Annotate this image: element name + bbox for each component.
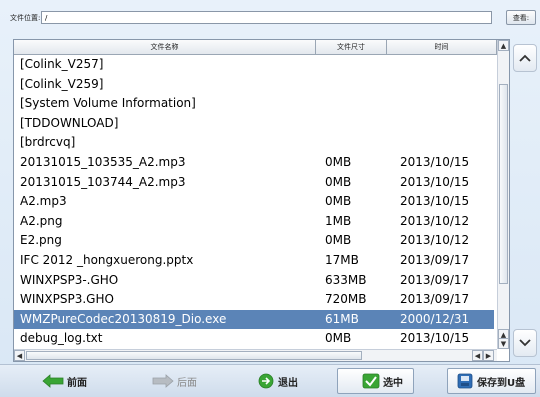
file-name: A2.png: [20, 213, 63, 228]
back-button[interactable]: 前面: [42, 368, 100, 394]
file-name: 20131015_103535_A2.mp3: [20, 154, 186, 169]
scroll-left-arrow-icon[interactable]: ◀: [14, 350, 25, 361]
horizontal-scroll-thumb[interactable]: [26, 351, 362, 360]
file-time: 2013/10/15: [400, 174, 470, 189]
browse-button[interactable]: 查看:: [506, 10, 536, 25]
file-time: 2000/12/31: [400, 311, 470, 326]
forward-label: 后面: [177, 377, 197, 389]
file-time: 2013/10/15: [400, 154, 470, 169]
save-to-usb-label: 保存到U盘: [477, 377, 526, 389]
file-size: 0MB: [325, 154, 352, 169]
file-row[interactable]: 20131015_103744_A2.mp3 0MB 2013/10/15: [14, 173, 494, 193]
file-name: [System Volume Information]: [20, 96, 196, 111]
path-label: 文件位置:: [10, 14, 41, 22]
page-down-button[interactable]: [513, 329, 537, 357]
file-row[interactable]: [TDDOWNLOAD]: [14, 114, 494, 134]
file-name: [Colink_V259]: [20, 76, 104, 91]
path-input[interactable]: /: [41, 11, 492, 24]
file-time: 2013/10/15: [400, 331, 470, 346]
file-name: [Colink_V257]: [20, 57, 104, 71]
file-list-header: 文件名称 文件尺寸 时间: [14, 40, 509, 55]
exit-label: 退出: [278, 377, 298, 389]
scroll-right-small-icon[interactable]: ▶: [483, 350, 494, 361]
file-row[interactable]: [System Volume Information]: [14, 94, 494, 114]
scroll-left-small-icon[interactable]: ◀: [472, 350, 483, 361]
file-name: WMZPureCodec20130819_Dio.exe: [20, 311, 227, 326]
file-size: 0MB: [325, 194, 352, 209]
file-name: E2.png: [20, 233, 62, 248]
file-row[interactable]: [Colink_V259]: [14, 75, 494, 95]
page-up-button[interactable]: [513, 44, 537, 72]
exit-icon: [258, 373, 274, 389]
path-bar: 文件位置: / 查看:: [10, 10, 536, 28]
select-label: 选中: [383, 377, 403, 389]
file-time: 2013/09/17: [400, 272, 470, 287]
column-header-time[interactable]: 时间: [387, 40, 497, 54]
file-row[interactable]: E2.png 0MB 2013/10/12: [14, 231, 494, 251]
file-name: WINXPSP3.GHO: [20, 292, 114, 307]
file-time: 2013/10/15: [400, 194, 470, 209]
column-header-size[interactable]: 文件尺寸: [316, 40, 387, 54]
file-size: 720MB: [325, 292, 367, 307]
file-name: IFC 2012 _hongxuerong.pptx: [20, 252, 194, 267]
file-size: 0MB: [325, 174, 352, 189]
file-row[interactable]: debug_log.txt 0MB 2013/10/15: [14, 329, 494, 349]
file-time: 2013/09/17: [400, 292, 470, 307]
file-time: 2013/09/17: [400, 252, 470, 267]
file-name: [brdrcvq]: [20, 135, 76, 150]
file-size: 17MB: [325, 252, 359, 267]
vertical-scrollbar[interactable]: ▲ ▲ ▼: [497, 40, 509, 349]
back-arrow-icon: [42, 374, 64, 388]
forward-arrow-icon: [152, 374, 174, 388]
forward-button[interactable]: 后面: [152, 368, 208, 394]
file-time: 2013/10/12: [400, 213, 470, 228]
file-row[interactable]: WINXPSP3-.GHO 633MB 2013/09/17: [14, 271, 494, 291]
chevron-up-icon: [519, 54, 531, 62]
file-name: A2.mp3: [20, 194, 67, 209]
file-row[interactable]: [brdrcvq]: [14, 133, 494, 153]
scroll-down-small-icon[interactable]: ▼: [498, 338, 509, 349]
chevron-down-icon: [519, 339, 531, 347]
bottom-toolbar: 前面 后面 退出 选中 保存到U盘: [0, 364, 540, 397]
file-name: WINXPSP3-.GHO: [20, 272, 119, 287]
file-size: 0MB: [325, 331, 352, 346]
save-to-usb-button[interactable]: 保存到U盘: [447, 368, 536, 394]
vertical-scroll-thumb[interactable]: [499, 84, 508, 284]
file-row[interactable]: WMZPureCodec20130819_Dio.exe 61MB 2000/12/…: [14, 309, 494, 330]
file-row[interactable]: WINXPSP3.GHO 720MB 2013/09/17: [14, 290, 494, 310]
file-size: 1MB: [325, 213, 352, 228]
checkmark-icon: [362, 373, 380, 389]
file-browser-window: 文件位置: / 查看: 文件名称 文件尺寸 时间 [Colink_V257] [C…: [0, 0, 540, 397]
file-name: debug_log.txt: [20, 331, 103, 346]
scroll-up-arrow-icon[interactable]: ▲: [498, 40, 509, 51]
file-size: 61MB: [325, 311, 359, 326]
file-row[interactable]: IFC 2012 _hongxuerong.pptx 17MB 2013/09/17: [14, 251, 494, 271]
horizontal-scrollbar[interactable]: ◀ ◀ ▶: [14, 349, 497, 361]
column-header-name[interactable]: 文件名称: [14, 40, 316, 54]
back-label: 前面: [67, 377, 87, 389]
file-row[interactable]: A2.mp3 0MB 2013/10/15: [14, 192, 494, 212]
usb-drive-icon: [457, 373, 473, 389]
file-row[interactable]: [Colink_V257]: [14, 55, 494, 75]
file-time: 2013/10/12: [400, 233, 470, 248]
file-size: 633MB: [325, 272, 367, 287]
file-size: 0MB: [325, 233, 352, 248]
file-name: [TDDOWNLOAD]: [20, 115, 119, 130]
file-row[interactable]: 20131015_103535_A2.mp3 0MB 2013/10/15: [14, 153, 494, 173]
select-button[interactable]: 选中: [337, 368, 414, 394]
exit-button[interactable]: 退出: [257, 368, 309, 394]
file-rows: [Colink_V257] [Colink_V259] [System Volume…: [14, 55, 494, 349]
file-list: 文件名称 文件尺寸 时间 [Colink_V257] [Colink_V259][…: [13, 39, 510, 362]
file-name: 20131015_103744_A2.mp3: [20, 174, 186, 189]
file-row[interactable]: A2.png 1MB 2013/10/12: [14, 212, 494, 232]
